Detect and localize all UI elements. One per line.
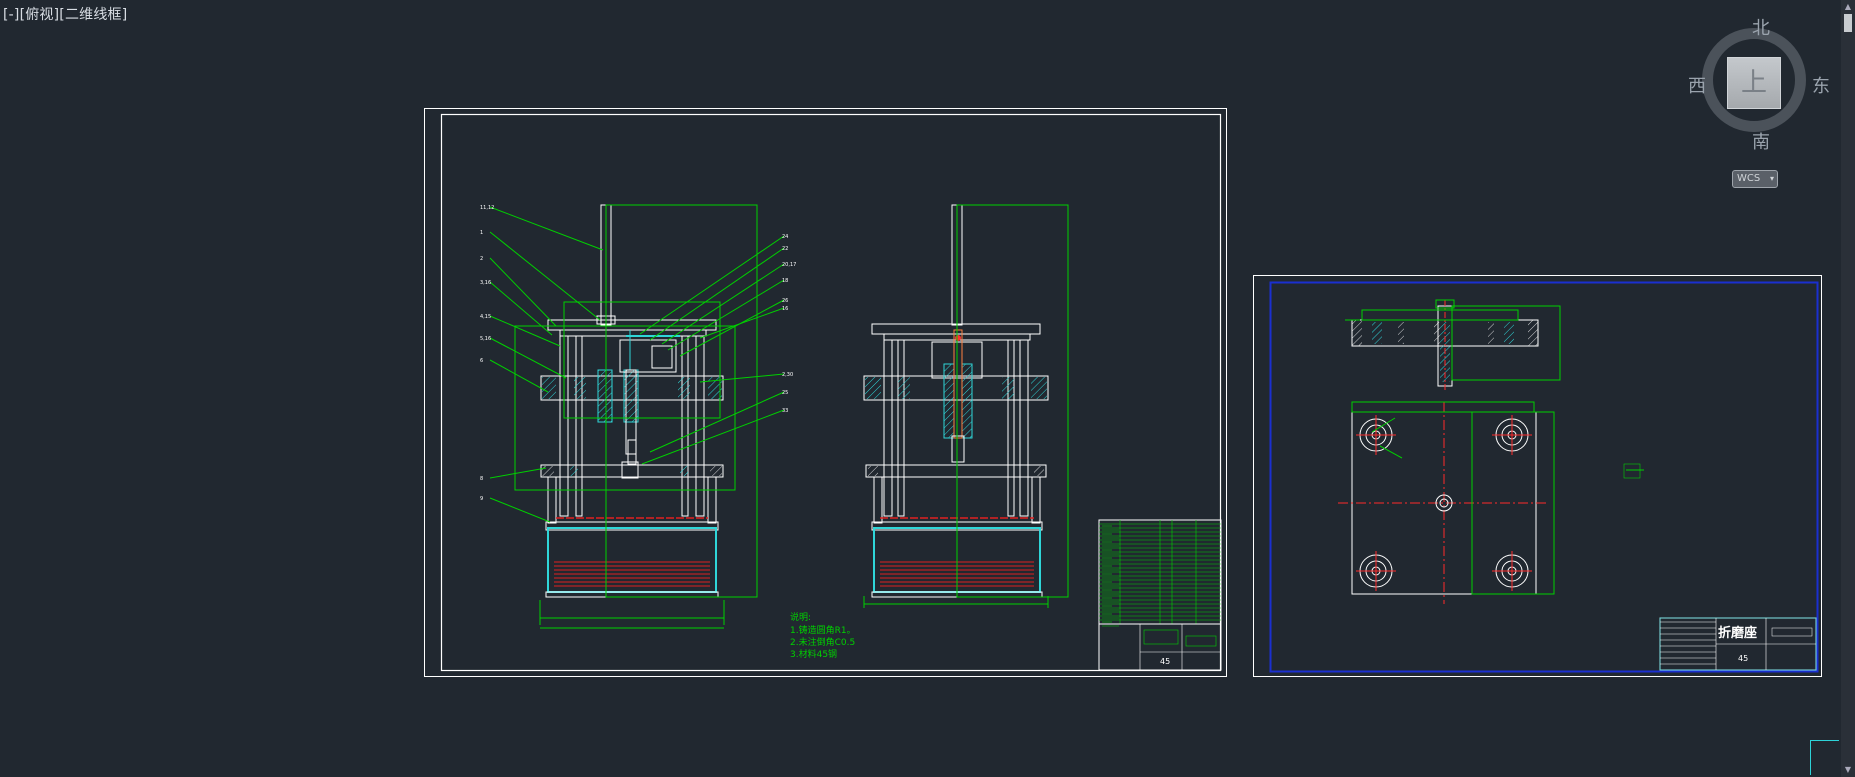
leader-label: 8 bbox=[480, 476, 483, 482]
base-hatch bbox=[554, 560, 710, 588]
assembly-front-view[interactable] bbox=[489, 204, 785, 629]
leader-label: 1 bbox=[480, 230, 483, 236]
leader-label: 5,16 bbox=[480, 336, 491, 342]
compass-east[interactable]: 东 bbox=[1812, 72, 1830, 98]
drawing-sheet-1[interactable]: 11,12 1 2 3,16 4,15 5,16 6 8 9 24 22 20,17 18 26 16 2,… bbox=[424, 108, 1227, 677]
cylinder-body bbox=[619, 339, 677, 373]
note-2: 2.未注倒角C0.5 bbox=[790, 636, 855, 648]
drawing-sheet-2[interactable]: 折磨座 45 bbox=[1253, 275, 1822, 677]
leader-label: 22 bbox=[782, 246, 788, 252]
viewcube-icon[interactable]: 北 南 西 东 上 WCS ▾ bbox=[1680, 10, 1840, 200]
compass-west[interactable]: 西 bbox=[1688, 72, 1706, 98]
vertical-scrollbar[interactable]: ▲ ▼ bbox=[1841, 0, 1855, 777]
scroll-up-icon[interactable]: ▲ bbox=[1843, 2, 1853, 12]
viewcube-top-face[interactable]: 上 bbox=[1727, 57, 1781, 109]
technical-notes: 说明: 1.铸造圆角R1。 2.未注倒角C0.5 3.材料45钢 bbox=[790, 611, 856, 660]
part-section-view[interactable] bbox=[1345, 299, 1561, 392]
leader-label: 18 bbox=[782, 278, 788, 284]
leader-label: 4,15 bbox=[480, 314, 491, 320]
scroll-down-icon[interactable]: ▼ bbox=[1843, 765, 1853, 775]
leader-labels-left: 11,12 1 2 3,16 4,15 5,16 6 8 9 bbox=[480, 205, 494, 502]
wcs-label: WCS bbox=[1737, 173, 1761, 184]
assembly-side-view[interactable] bbox=[863, 204, 1069, 608]
leader-label: 3,16 bbox=[480, 280, 491, 286]
sheet2-title-block[interactable]: 折磨座 45 bbox=[1659, 617, 1817, 671]
scroll-thumb[interactable] bbox=[1844, 14, 1852, 32]
guide-post-right bbox=[695, 335, 705, 517]
notes-title: 说明: bbox=[790, 611, 811, 623]
leader-label: 2 bbox=[480, 256, 483, 262]
leader-label: 33 bbox=[782, 408, 788, 414]
drawing-canvas[interactable]: 11,12 1 2 3,16 4,15 5,16 6 8 9 24 22 20,17 18 26 16 2,… bbox=[0, 0, 1855, 777]
leader-label: 24 bbox=[782, 234, 788, 240]
leader-label: 11,12 bbox=[480, 205, 494, 211]
leader-label: 16 bbox=[782, 306, 788, 312]
leader-label: 20,17 bbox=[782, 262, 796, 268]
sheet2-title: 折磨座 bbox=[1718, 625, 1757, 641]
leader-label: 2,30 bbox=[782, 372, 793, 378]
note-1: 1.铸造圆角R1。 bbox=[790, 624, 856, 636]
note-3: 3.材料45钢 bbox=[790, 648, 837, 660]
parts-list[interactable]: 45 bbox=[1098, 519, 1222, 671]
leader-labels-right: 24 22 20,17 18 26 16 2,30 25 33 bbox=[782, 234, 796, 414]
wcs-dropdown[interactable]: WCS ▾ bbox=[1732, 170, 1778, 188]
leader-label: 25 bbox=[782, 390, 788, 396]
ucs-icon bbox=[1810, 740, 1839, 775]
leader-label: 9 bbox=[480, 496, 483, 502]
leader-label: 26 bbox=[782, 298, 788, 304]
part-plan-view[interactable] bbox=[1338, 401, 1644, 604]
compass-south[interactable]: 南 bbox=[1752, 128, 1770, 154]
sheet2-material: 45 bbox=[1738, 654, 1748, 663]
leader-lines-right bbox=[639, 235, 785, 465]
leader-label: 6 bbox=[480, 358, 483, 364]
compass-north[interactable]: 北 bbox=[1752, 14, 1770, 40]
wcs-dropdown-icon: ▾ bbox=[1769, 174, 1774, 183]
cylinder-section bbox=[597, 369, 613, 423]
material-value: 45 bbox=[1160, 657, 1170, 666]
red-marker bbox=[955, 335, 961, 341]
